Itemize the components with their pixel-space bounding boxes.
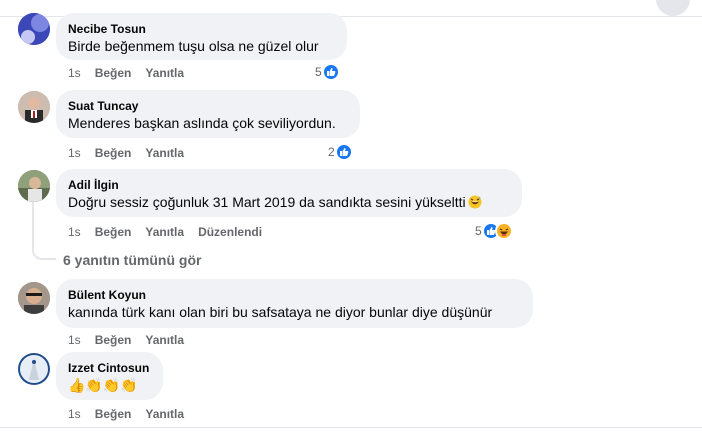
- menu-button[interactable]: [656, 0, 690, 16]
- comment-text: Doğru sessiz çoğunluk 31 Mart 2019 da sa…: [68, 193, 510, 214]
- avatar[interactable]: [18, 353, 50, 385]
- comment-bubble: Adil İlgin Doğru sessiz çoğunluk 31 Mart…: [56, 169, 522, 217]
- reaction-count[interactable]: 5: [315, 63, 340, 81]
- comment-bubble: Izzet Cintosun 👍👏👏👏: [56, 352, 163, 400]
- comment-author[interactable]: Suat Tuncay: [68, 98, 348, 114]
- like-reaction-icon: [334, 143, 353, 161]
- reaction-number: 5: [315, 65, 322, 79]
- like-button[interactable]: Beğen: [95, 65, 132, 81]
- comment-author[interactable]: Necibe Tosun: [68, 21, 335, 37]
- reaction-count[interactable]: 5: [475, 222, 513, 240]
- view-all-replies-link[interactable]: 6 yanıtın tümünü gör: [63, 251, 201, 269]
- comment-text-content: Doğru sessiz çoğunluk 31 Mart 2019 da sa…: [68, 194, 466, 210]
- comment-time[interactable]: 1s: [68, 145, 81, 161]
- avatar[interactable]: [18, 13, 50, 45]
- like-button[interactable]: Beğen: [95, 145, 132, 161]
- comment-author[interactable]: Bülent Koyun: [68, 287, 521, 303]
- like-reaction-icon: [321, 63, 340, 81]
- reply-button[interactable]: Yanıtla: [145, 145, 184, 161]
- comment-time[interactable]: 1s: [68, 65, 81, 81]
- avatar[interactable]: [18, 91, 50, 123]
- comment-bubble: Necibe Tosun Birde beğenmem tuşu olsa ne…: [56, 13, 347, 60]
- avatar[interactable]: [18, 170, 50, 202]
- divider: [0, 427, 702, 428]
- reply-button[interactable]: Yanıtla: [145, 332, 184, 348]
- comment-text: kanında türk kanı olan biri bu safsataya…: [68, 304, 493, 320]
- reply-button[interactable]: Yanıtla: [145, 406, 184, 422]
- comment-actions: 1s Beğen Yanıtla: [68, 332, 198, 348]
- haha-reaction-icon: [494, 222, 513, 240]
- comment-text: Birde beğenmem tuşu olsa ne güzel olur: [68, 38, 319, 54]
- reaction-number: 5: [475, 224, 482, 238]
- comment-actions: 1s Beğen Yanıtla: [68, 65, 198, 81]
- comment-author[interactable]: Adil İlgin: [68, 177, 510, 193]
- like-button[interactable]: Beğen: [95, 406, 132, 422]
- comment-bubble: Suat Tuncay Menderes başkan aslında çok …: [56, 90, 360, 138]
- reply-button[interactable]: Yanıtla: [145, 65, 184, 81]
- comment-time[interactable]: 1s: [68, 332, 81, 348]
- like-button[interactable]: Beğen: [95, 224, 132, 240]
- comment-actions: 1s Beğen Yanıtla: [68, 406, 198, 422]
- comment-actions: 1s Beğen Yanıtla: [68, 145, 198, 161]
- thread-line: [32, 202, 56, 260]
- comment-bubble: Bülent Koyun kanında türk kanı olan biri…: [56, 279, 533, 328]
- comment-text: 👍👏👏👏: [68, 377, 138, 393]
- like-button[interactable]: Beğen: [95, 332, 132, 348]
- edited-label[interactable]: Düzenlendi: [198, 224, 262, 240]
- reaction-count[interactable]: 2: [328, 143, 353, 161]
- comment-actions: 1s Beğen Yanıtla Düzenlendi: [68, 224, 276, 240]
- reaction-number: 2: [328, 145, 335, 159]
- comment-author[interactable]: Izzet Cintosun: [68, 360, 151, 376]
- comment-text: Menderes başkan aslında çok seviliyordun…: [68, 115, 336, 131]
- grinning-sweat-emoji-icon: [468, 195, 482, 214]
- reply-button[interactable]: Yanıtla: [145, 224, 184, 240]
- comment-time[interactable]: 1s: [68, 406, 81, 422]
- avatar[interactable]: [18, 282, 50, 314]
- comment-time[interactable]: 1s: [68, 224, 81, 240]
